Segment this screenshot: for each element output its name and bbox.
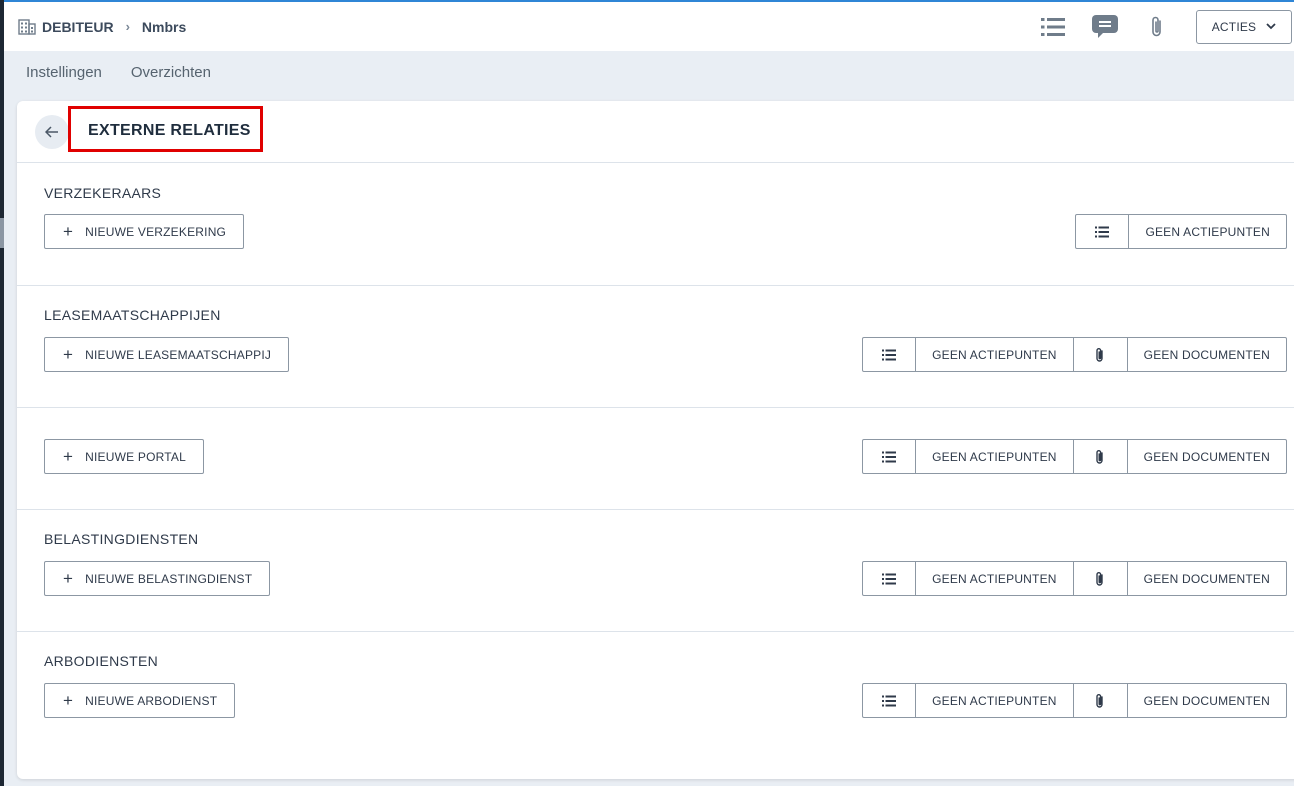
list-icon[interactable]: [1076, 215, 1130, 248]
new-verzekering-button[interactable]: + NIEUWE VERZEKERING: [44, 214, 245, 249]
new-leasemaatschappij-button[interactable]: + NIEUWE LEASEMAATSCHAPPIJ: [44, 337, 290, 372]
verzekeraars-status-group: GEEN ACTIEPUNTEN: [1075, 214, 1287, 249]
paperclip-icon[interactable]: [1074, 338, 1128, 371]
plus-icon: +: [63, 345, 74, 364]
chevron-right-icon: ›: [125, 19, 130, 34]
back-button[interactable]: [35, 115, 69, 149]
actiepunten-status[interactable]: GEEN ACTIEPUNTEN: [916, 440, 1074, 473]
button-label: NIEUWE VERZEKERING: [85, 224, 227, 239]
actiepunten-status[interactable]: GEEN ACTIEPUNTEN: [916, 562, 1074, 595]
paperclip-icon[interactable]: [1074, 440, 1128, 473]
button-label: NIEUWE PORTAL: [85, 449, 186, 464]
section-arbodiensten: ARBODIENSTEN + NIEUWE ARBODIENST GEEN AC…: [17, 632, 1294, 754]
left-sidebar-strip: [0, 0, 4, 786]
new-arbodienst-button[interactable]: + NIEUWE ARBODIENST: [44, 683, 236, 718]
breadcrumb-current: Nmbrs: [141, 18, 187, 35]
chevron-down-icon: [1266, 21, 1276, 33]
plus-icon: +: [63, 447, 74, 466]
header-actions: ACTIES: [1040, 2, 1294, 51]
documenten-status[interactable]: GEEN DOCUMENTEN: [1128, 684, 1286, 717]
plus-icon: +: [63, 569, 74, 588]
section-belastingdiensten: BELASTINGDIENSTEN + NIEUWE BELASTINGDIEN…: [17, 510, 1294, 632]
breadcrumb: DEBITEUR › Nmbrs: [18, 19, 186, 35]
arbo-status-group: GEEN ACTIEPUNTEN GEEN DOCUMENTEN: [862, 683, 1287, 718]
portal-status-group: GEEN ACTIEPUNTEN GEEN DOCUMENTEN: [862, 439, 1287, 474]
section-title: BELASTINGDIENSTEN: [44, 531, 199, 547]
section-verzekeraars: VERZEKERAARS + NIEUWE VERZEKERING GEEN A…: [17, 163, 1294, 286]
subnav-overzichten[interactable]: Overzichten: [131, 64, 211, 81]
section-title: LEASEMAATSCHAPPIJEN: [44, 307, 221, 323]
acties-dropdown[interactable]: ACTIES: [1196, 9, 1292, 44]
top-header: DEBITEUR › Nmbrs ACTIES: [4, 2, 1294, 51]
list-icon[interactable]: [863, 338, 917, 371]
section-leasemaatschappijen: LEASEMAATSCHAPPIJEN + NIEUWE LEASEMAATSC…: [17, 286, 1294, 408]
button-label: NIEUWE BELASTINGDIENST: [85, 571, 253, 586]
acties-label: ACTIES: [1211, 19, 1257, 34]
list-icon[interactable]: [863, 684, 917, 717]
panel-header: EXTERNE RELATIES: [17, 101, 1294, 163]
externe-relaties-panel: EXTERNE RELATIES VERZEKERAARS + NIEUWE V…: [17, 101, 1294, 779]
actiepunten-status[interactable]: GEEN ACTIEPUNTEN: [1129, 215, 1286, 248]
new-belastingdienst-button[interactable]: + NIEUWE BELASTINGDIENST: [44, 561, 271, 596]
list-icon[interactable]: [1040, 14, 1066, 40]
building-icon: [18, 18, 36, 35]
documenten-status[interactable]: GEEN DOCUMENTEN: [1128, 562, 1286, 595]
plus-icon: +: [63, 222, 74, 241]
paperclip-icon[interactable]: [1074, 562, 1128, 595]
actiepunten-status[interactable]: GEEN ACTIEPUNTEN: [916, 684, 1074, 717]
sidebar-marker: [0, 218, 4, 248]
arrow-left-icon: [45, 126, 58, 138]
section-title: ARBODIENSTEN: [44, 653, 159, 669]
actiepunten-status[interactable]: GEEN ACTIEPUNTEN: [916, 338, 1074, 371]
plus-icon: +: [63, 691, 74, 710]
new-portal-button[interactable]: + NIEUWE PORTAL: [44, 439, 204, 474]
button-label: NIEUWE LEASEMAATSCHAPPIJ: [85, 347, 272, 362]
sub-navigation: Instellingen Overzichten: [4, 51, 1294, 93]
comment-icon[interactable]: [1092, 14, 1118, 40]
paperclip-icon[interactable]: [1074, 684, 1128, 717]
lease-status-group: GEEN ACTIEPUNTEN GEEN DOCUMENTEN: [862, 337, 1287, 372]
subnav-instellingen[interactable]: Instellingen: [26, 64, 102, 81]
documenten-status[interactable]: GEEN DOCUMENTEN: [1128, 338, 1286, 371]
list-icon[interactable]: [863, 440, 917, 473]
paperclip-icon[interactable]: [1144, 14, 1170, 40]
list-icon[interactable]: [863, 562, 917, 595]
section-portals: + NIEUWE PORTAL GEEN ACTIEPUNTEN GEEN DO…: [17, 408, 1294, 510]
documenten-status[interactable]: GEEN DOCUMENTEN: [1128, 440, 1286, 473]
page-title: EXTERNE RELATIES: [88, 122, 251, 139]
breadcrumb-root[interactable]: DEBITEUR: [42, 19, 114, 35]
button-label: NIEUWE ARBODIENST: [85, 693, 218, 708]
section-title: VERZEKERAARS: [44, 185, 162, 201]
belasting-status-group: GEEN ACTIEPUNTEN GEEN DOCUMENTEN: [862, 561, 1287, 596]
